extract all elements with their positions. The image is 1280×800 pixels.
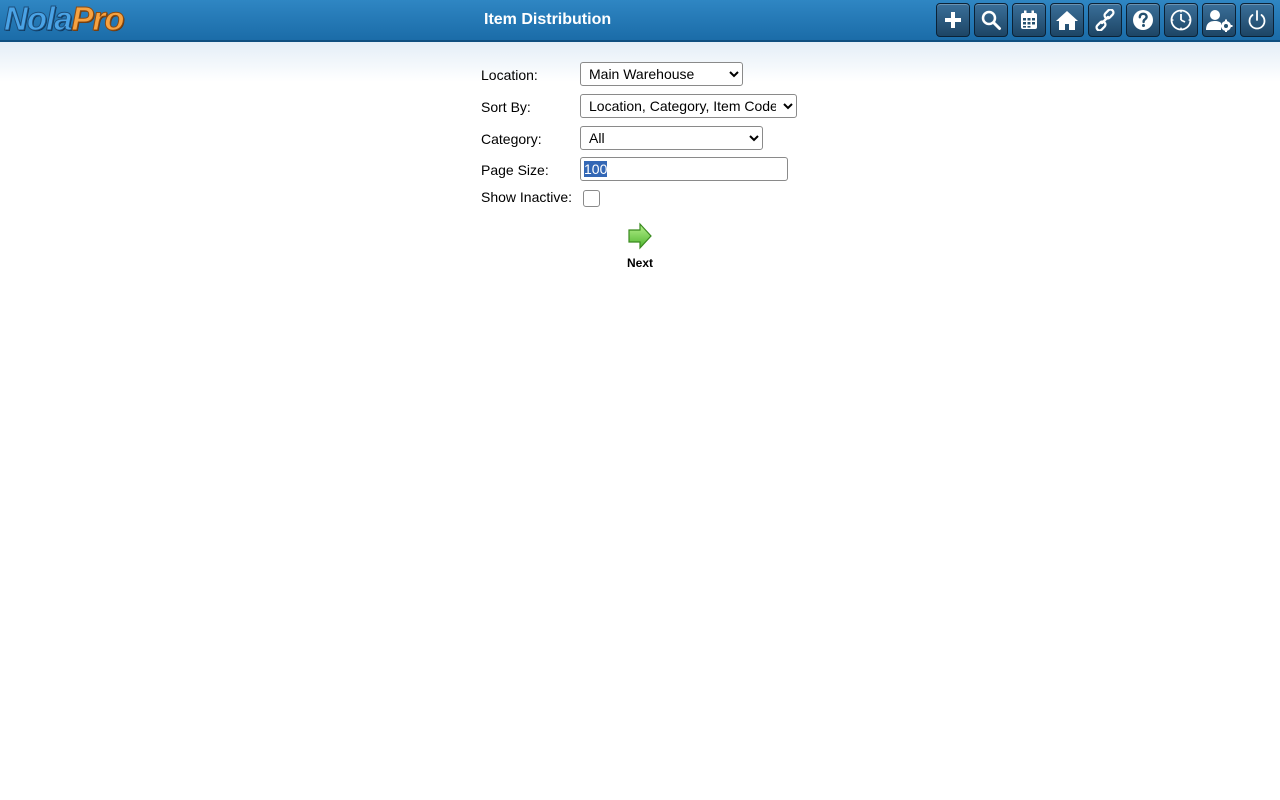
category-label: Category: (481, 131, 542, 147)
search-icon (981, 10, 1001, 30)
logo-part-nola: Nola (4, 0, 74, 37)
page-title: Item Distribution (484, 11, 612, 28)
sort-by-select[interactable]: Location, Category, Item Code (580, 94, 797, 118)
location-select[interactable]: Main Warehouse (580, 62, 743, 86)
nolapro-logo[interactable]: NolaPro (4, 0, 126, 37)
page-size-label: Page Size: (481, 162, 549, 178)
calendar-button[interactable] (1012, 3, 1046, 37)
show-inactive-checkbox[interactable] (583, 190, 600, 207)
category-select[interactable]: All (580, 126, 763, 150)
page-size-input[interactable]: 100 (580, 157, 788, 181)
calendar-icon (1021, 10, 1037, 29)
next-button[interactable]: Next (620, 222, 660, 270)
show-inactive-label: Show Inactive: (481, 189, 573, 205)
top-bar: NolaPro Item Distribution (0, 0, 1280, 42)
sort-by-label: Sort By: (481, 99, 531, 115)
user-settings-button[interactable] (1202, 3, 1236, 37)
search-button[interactable] (974, 3, 1008, 37)
next-arrow-icon (628, 222, 652, 250)
plus-icon (945, 12, 961, 28)
help-button[interactable] (1126, 3, 1160, 37)
clock-icon (1170, 9, 1192, 31)
help-icon (1133, 10, 1153, 30)
page-size-value: 100 (584, 161, 608, 177)
link-icon (1095, 9, 1115, 31)
history-button[interactable] (1164, 3, 1198, 37)
logo-part-pro: Pro (71, 0, 125, 37)
user-settings-icon (1206, 10, 1233, 32)
logout-button[interactable] (1240, 3, 1274, 37)
power-icon (1248, 10, 1266, 30)
home-button[interactable] (1050, 3, 1084, 37)
location-label: Location: (481, 67, 538, 83)
toolbar (936, 3, 1274, 37)
add-button[interactable] (936, 3, 970, 37)
next-label: Next (626, 256, 653, 270)
home-icon (1056, 11, 1078, 30)
links-button[interactable] (1088, 3, 1122, 37)
